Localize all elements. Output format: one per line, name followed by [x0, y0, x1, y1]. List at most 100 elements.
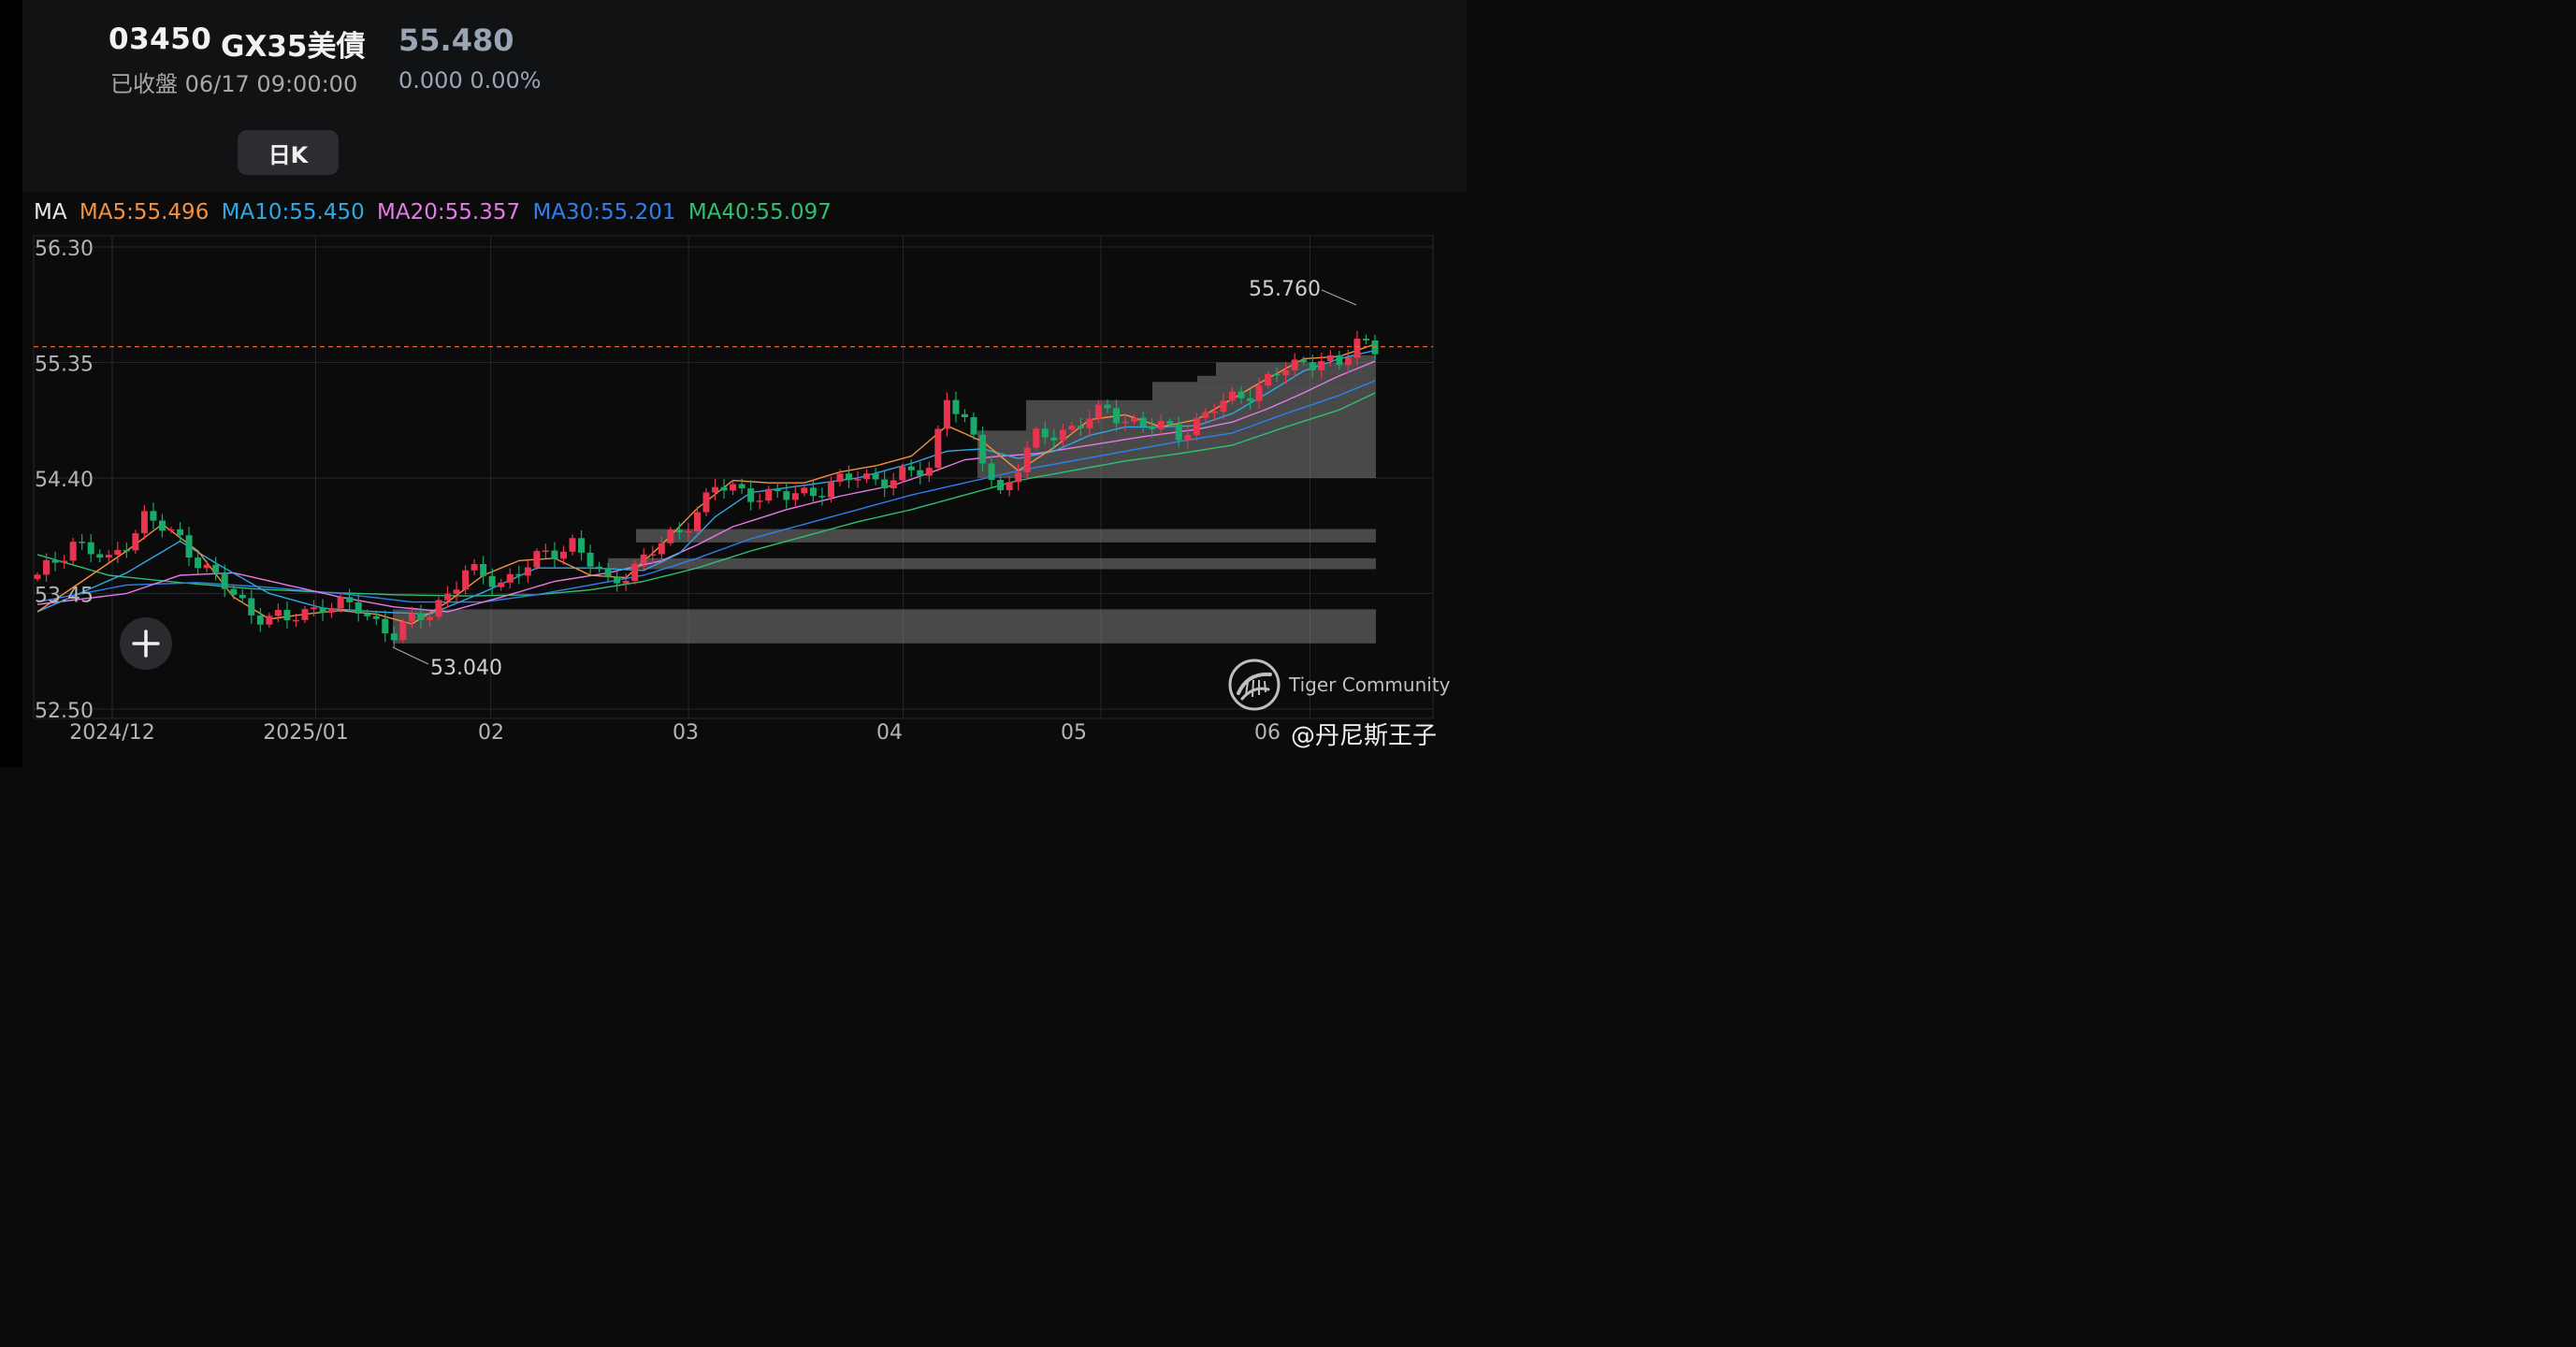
candle-body [747, 488, 755, 502]
candle-body [417, 613, 425, 620]
candle-body [453, 589, 460, 594]
candle-body [685, 531, 692, 533]
candle-body [586, 552, 594, 567]
candle-body [1157, 421, 1165, 429]
candle-body [1318, 360, 1325, 370]
candle-body [1265, 373, 1272, 386]
candle-body [1291, 359, 1298, 370]
candle-body [61, 560, 68, 563]
candle-body [132, 533, 139, 551]
ma-legend[interactable]: MA MA5:55.496 MA10:55.450 MA20:55.357 MA… [34, 200, 837, 224]
candle-body [1273, 373, 1281, 376]
candle-body [1255, 385, 1263, 401]
candle-body [1104, 404, 1111, 409]
candle-body [1300, 359, 1308, 363]
add-indicator-button[interactable] [120, 617, 172, 670]
candle-body [693, 512, 701, 532]
candle-body [667, 529, 674, 543]
candle-body [712, 486, 719, 493]
candle-body [542, 550, 549, 553]
candle-body [195, 558, 202, 569]
candle-body [1220, 400, 1227, 413]
tiger-logo-icon [1228, 659, 1281, 711]
candle-body [1326, 355, 1334, 361]
candle-body [185, 535, 193, 558]
candle-body [559, 551, 567, 559]
candle-body [702, 492, 710, 513]
watermark: Tiger Community [1227, 659, 1451, 711]
ma10-value: MA10:55.450 [221, 200, 365, 224]
candle-body [426, 616, 433, 620]
candle-body [925, 468, 933, 476]
high-annotation: 55.760 [1249, 278, 1321, 301]
candle-body [1362, 339, 1369, 340]
candle-body [970, 417, 977, 435]
candle-body [890, 480, 897, 489]
candle-body [614, 576, 621, 584]
candle-body [979, 434, 987, 464]
candle-body [1166, 421, 1174, 425]
volume-profile [393, 355, 1376, 644]
y-tick-label: 56.30 [35, 238, 94, 261]
candle-body [756, 500, 763, 502]
candles [34, 330, 1379, 648]
candle-body [854, 479, 861, 481]
candle-body [730, 484, 737, 491]
candle-body [506, 573, 514, 583]
candle-body [1149, 426, 1156, 429]
candle-body [96, 554, 104, 558]
candle-body [622, 581, 630, 584]
candle-body [1282, 369, 1290, 376]
ma20-value: MA20:55.357 [377, 200, 521, 224]
candle-body [114, 549, 122, 556]
candle-body [917, 470, 924, 476]
candle-body [631, 563, 639, 582]
x-tick-label: 06 [1254, 721, 1281, 745]
candle-body [1139, 417, 1147, 427]
candle-body [274, 610, 282, 616]
y-tick-label: 52.50 [35, 700, 94, 723]
ma30-value: MA30:55.201 [532, 200, 676, 224]
candle-body [1210, 412, 1218, 413]
candle-body [382, 618, 389, 634]
candle-body [791, 493, 799, 500]
candle-body [177, 529, 184, 536]
candle-body [846, 473, 853, 481]
volume-profile-bar [393, 609, 1376, 644]
candle-body [364, 614, 371, 616]
candle-body [1202, 412, 1209, 418]
candle-body [1131, 417, 1138, 422]
candle-body [738, 484, 745, 489]
period-daily-button[interactable]: 日K [238, 130, 339, 175]
x-tick-label: 05 [1061, 721, 1087, 745]
candle-body [596, 566, 603, 569]
market-status: 已收盤 06/17 09:00:00 [110, 71, 358, 97]
candle-body [1094, 404, 1102, 419]
candle-body [140, 511, 148, 534]
candle-body [809, 487, 817, 497]
ma40-value: MA40:55.097 [687, 200, 832, 224]
candle-body [1237, 391, 1245, 398]
candle-body [907, 466, 915, 471]
candle-body [212, 564, 220, 573]
candle-body [435, 600, 442, 617]
y-tick-label: 55.35 [35, 354, 94, 377]
candle-body [675, 529, 683, 533]
candle-body [1344, 357, 1352, 366]
candle-body [524, 567, 531, 576]
candle-body [1077, 426, 1084, 428]
stock-code: 03450 [109, 22, 212, 56]
candle-body [1336, 355, 1343, 366]
author-credit: @丹尼斯王子 [1290, 722, 1437, 750]
candle-body [997, 480, 1005, 491]
x-tick-label: 2025/01 [263, 721, 348, 745]
candle-body [230, 588, 238, 595]
candle-body [515, 573, 523, 576]
ma5-value: MA5:55.496 [79, 200, 210, 224]
candle-body [1006, 482, 1013, 491]
candle-body [934, 428, 942, 469]
candle-body [43, 559, 51, 575]
x-tick-label: 03 [673, 721, 699, 745]
candle-body [1059, 429, 1066, 442]
candle-body [1068, 426, 1076, 430]
